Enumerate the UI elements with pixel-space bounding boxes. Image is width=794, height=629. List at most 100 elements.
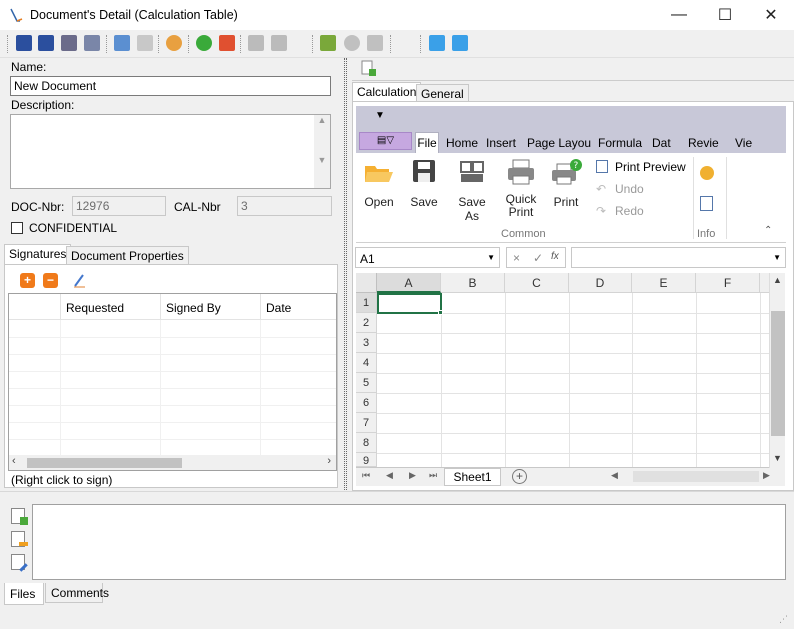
tab-general[interactable]: General [416,84,469,101]
mail-icon[interactable] [114,35,130,51]
column-date[interactable]: Date [266,301,291,315]
ribbon-tab-formula[interactable]: Formula [598,136,642,150]
ribbon-tab-data[interactable]: Dat [652,136,671,150]
document-info-icon[interactable] [700,196,713,211]
name-field[interactable]: New Document [10,76,331,96]
row-header-4[interactable]: 4 [356,353,377,373]
window-icon[interactable] [429,35,445,51]
select-all-corner[interactable] [356,273,377,293]
description-field[interactable]: ▲ ▼ [10,114,331,189]
undo-icon[interactable] [367,35,383,51]
row-header-8[interactable]: 8 [356,433,377,453]
last-sheet-icon[interactable]: ⏭ [429,470,437,481]
save-as-button[interactable]: Save As [451,158,493,223]
properties-icon[interactable] [84,35,100,51]
ribbon-tab-file[interactable]: File [415,132,439,153]
print-button[interactable]: ? Print [548,158,584,209]
table-horizontal-scrollbar[interactable]: ‹ › [9,455,336,470]
check-icon[interactable] [137,35,153,51]
tab-comments[interactable]: Comments [45,583,109,603]
description-scrollbar[interactable]: ▲ ▼ [314,115,330,188]
add-icon[interactable] [196,35,212,51]
open-button[interactable]: Open [362,158,396,209]
ribbon-tab-insert[interactable]: Insert [486,136,516,150]
hscroll-right-icon[interactable]: ▶ [763,470,770,481]
column-header-a[interactable]: A [377,273,441,293]
column-header-f[interactable]: F [696,273,760,293]
forward-icon[interactable] [271,35,287,51]
collapse-ribbon-icon[interactable]: ⌃ [764,225,772,236]
confirm-formula-icon[interactable]: ✓ [533,251,543,265]
sheet-tab-sheet1[interactable]: Sheet1 [444,468,501,486]
save-ribbon-button[interactable]: Save [407,158,441,209]
cal-nbr-field[interactable]: 3 [237,196,332,216]
add-sheet-icon[interactable]: + [512,469,527,484]
row-header-3[interactable]: 3 [356,333,377,353]
tab-calculation[interactable]: Calculation [352,82,422,101]
maximize-button[interactable]: ☐ [702,0,748,30]
ribbon-tab-page-layout[interactable]: Page Layou [527,136,591,150]
doc-nbr-field[interactable]: 12976 [72,196,166,216]
qat-dropdown-icon[interactable]: ▼ [375,110,385,121]
splitter[interactable] [344,58,347,490]
redo-button[interactable]: Redo [615,204,644,218]
formula-expand-icon[interactable]: ▼ [773,253,781,262]
save-icon[interactable] [16,35,32,51]
close-button[interactable]: ✕ [748,0,794,30]
quick-print-button[interactable]: Quick Print [503,158,539,219]
row-header-1[interactable]: 1 [356,293,377,313]
users-icon[interactable] [248,35,264,51]
row-header-5[interactable]: 5 [356,373,377,393]
new-document-icon[interactable] [360,60,376,78]
alarm-icon[interactable] [166,35,182,51]
column-signed-by[interactable]: Signed By [166,301,221,315]
name-box[interactable]: A1 ▼ [355,247,500,268]
resize-grip-icon[interactable]: ⋰ [779,614,788,625]
fill-handle[interactable] [438,310,443,315]
sign-pen-icon[interactable] [73,272,87,288]
print-icon[interactable] [61,35,77,51]
remove-file-icon[interactable] [11,531,28,547]
add-file-icon[interactable] [11,508,28,525]
active-cell[interactable] [377,293,442,314]
name-box-dropdown-icon[interactable]: ▼ [487,253,495,262]
tab-files[interactable]: Files [4,583,44,605]
list-icon[interactable] [320,35,336,51]
first-sheet-icon[interactable]: ⏮ [362,470,370,481]
window-alt-icon[interactable] [452,35,468,51]
column-requested[interactable]: Requested [66,301,124,315]
ribbon-tab-view[interactable]: Vie [735,136,752,150]
print-preview-button[interactable]: Print Preview [615,160,686,174]
hscroll-left-icon[interactable]: ◀ [611,470,618,481]
tab-signatures[interactable]: Signatures [4,244,72,264]
row-header-6[interactable]: 6 [356,393,377,413]
minimize-button[interactable]: — [656,0,702,30]
delete-icon[interactable] [219,35,235,51]
ribbon-tab-review[interactable]: Revie [688,136,719,150]
globe-icon[interactable] [344,35,360,51]
add-signature-icon[interactable]: + [20,273,35,288]
column-header-c[interactable]: C [505,273,569,293]
tab-document-properties[interactable]: Document Properties [66,246,189,264]
confidential-checkbox[interactable] [11,222,23,234]
edit-file-icon[interactable] [11,554,28,572]
ribbon-tab-home[interactable]: Home [446,136,478,150]
document-properties-icon[interactable] [700,166,714,180]
cancel-formula-icon[interactable]: × [513,251,520,265]
insert-function-icon[interactable]: fx [551,251,559,262]
undo-button[interactable]: Undo [615,182,644,196]
next-sheet-icon[interactable]: ▶ [409,470,416,481]
ribbon-menu-button[interactable]: ▤▽ [359,132,412,150]
column-header-e[interactable]: E [632,273,696,293]
row-header-7[interactable]: 7 [356,413,377,433]
files-list[interactable] [32,504,786,580]
remove-signature-icon[interactable]: − [43,273,58,288]
sheet-vertical-scrollbar[interactable]: ▲ ▼ [769,273,785,468]
column-header-d[interactable]: D [569,273,632,293]
column-header-b[interactable]: B [441,273,505,293]
save-close-icon[interactable] [38,35,54,51]
prev-sheet-icon[interactable]: ◀ [386,470,393,481]
row-header-2[interactable]: 2 [356,313,377,333]
formula-input[interactable]: ▼ [571,247,786,268]
bottom-splitter[interactable] [0,491,794,493]
